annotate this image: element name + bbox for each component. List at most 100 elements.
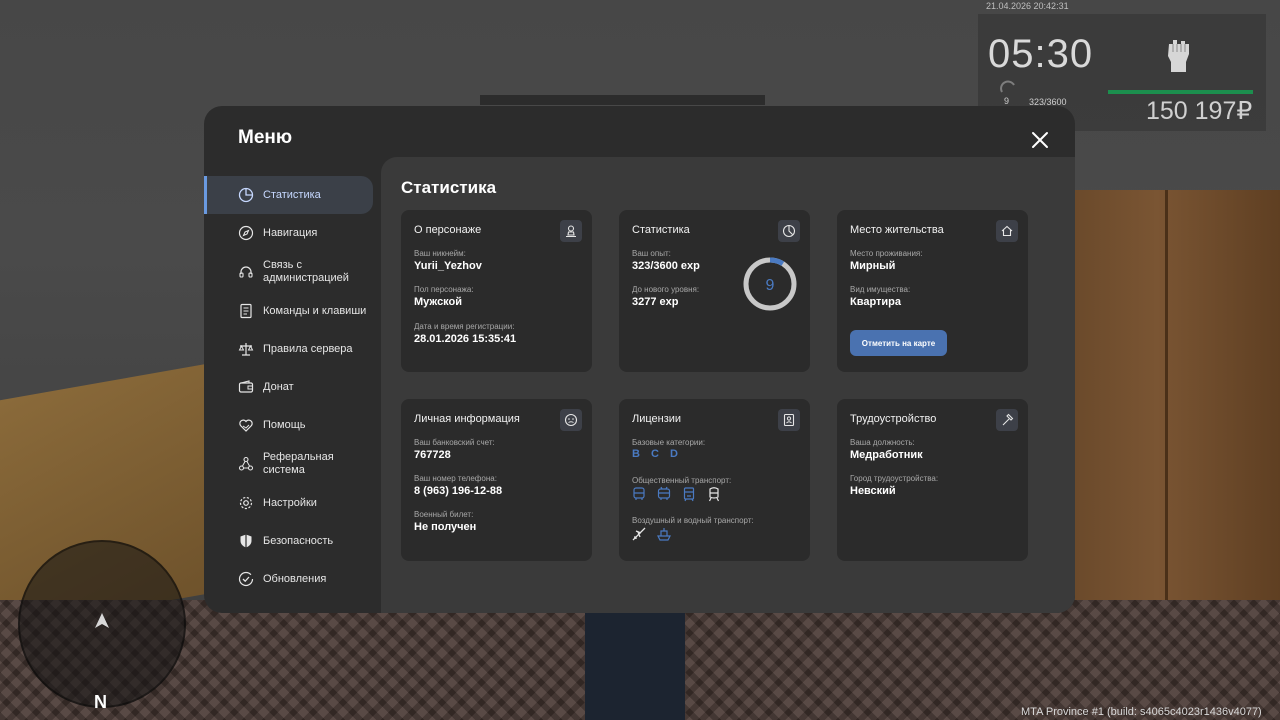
house-icon [1001,225,1013,237]
menu-modal: Меню Статистика Навигация Связь с админи… [204,106,1075,613]
card-title: Место жительства [850,224,944,236]
person-stamp-icon [566,225,576,238]
bus-icon [633,487,645,500]
card-title: Статистика [632,224,690,236]
air-water-transport-icons [631,526,672,542]
next-level-label: До нового уровня: [632,285,700,294]
sidebar-item-navigation[interactable]: Навигация [204,214,381,252]
air-water-transport-label: Воздушный и водный транспорт: [632,516,754,525]
hud-datetime: 21.04.2026 20:42:31 [986,1,1069,11]
level-number: 9 [766,277,775,294]
sidebar-item-label: Обновления [263,572,327,585]
doorframe [480,95,765,105]
residence-card-icon-box [996,220,1018,242]
work-city-value: Невский [850,485,896,497]
exp-value: 323/3600 exp [632,260,700,272]
card-title: Личная информация [414,413,520,425]
stamina-bar [1108,90,1253,94]
train-icon [708,487,720,502]
sidebar-item-settings[interactable]: Настройки [204,484,381,522]
wooden-cabinet [1075,190,1280,660]
level-ring-icon [1000,80,1015,93]
gear-icon [239,496,253,510]
trolleybus-icon [657,486,671,500]
sidebar-item-updates[interactable]: Обновления [204,560,381,598]
sidebar-item-label: Донат [263,380,294,393]
position-value: Медработник [850,449,923,461]
property-label: Вид имущества: [850,285,911,294]
sidebar-item-label: Помощь [263,418,306,431]
menu-title: Меню [238,127,293,148]
property-value: Квартира [850,296,902,308]
exp-label: Ваш опыт: [632,249,671,258]
sidebar-item-donate[interactable]: Донат [204,368,381,406]
pie-chart-icon [782,224,796,238]
compass-icon [238,225,254,241]
mark-on-map-button[interactable]: Отметить на карте [850,330,947,356]
sidebar-item-rules[interactable]: Правила сервера [204,330,381,368]
card-title: Лицензии [632,413,682,425]
boat-icon [657,528,671,541]
public-transport-label: Общественный транспорт: [632,476,732,485]
level-progress-ring: 9 [743,257,797,311]
licenses-card-icon-box [778,409,800,431]
registration-label: Дата и время регистрации: [414,322,515,331]
north-indicator: N [94,692,107,712]
license-category-b: B [632,448,640,460]
sidebar-item-statistics[interactable]: Статистика [204,176,373,214]
shield-icon [240,534,252,548]
character-card-icon-box [560,220,582,242]
face-icon [564,413,578,427]
license-category-d: D [670,448,678,460]
personal-info-card: Личная информация Ваш банковский счет: 7… [401,399,592,561]
sidebar-item-label: Реферальная система [263,451,334,476]
position-label: Ваша должность: [850,438,915,447]
airplane-icon [632,527,646,541]
hammer-icon [1002,413,1014,426]
stats-card-icon-box [778,220,800,242]
licenses-card: Лицензии Базовые категории: B C D Общест… [619,399,810,561]
phone-value: 8 (963) 196-12-88 [414,485,503,497]
sidebar-item-label: Правила сервера [263,342,353,355]
sidebar-item-label: Безопасность [263,534,334,547]
sidebar-item-label: Навигация [263,226,318,239]
registration-value: 28.01.2026 15:35:41 [414,333,517,345]
sidebar-item-referral[interactable]: Реферальная система [204,444,381,484]
bank-label: Ваш банковский счет: [414,438,495,447]
scales-icon [238,343,254,356]
headset-icon [239,266,253,278]
wallet-icon [238,380,254,393]
player-character [585,610,685,720]
employment-card-icon-box [996,409,1018,431]
gender-label: Пол персонажа: [414,285,474,294]
tram-icon [683,487,695,502]
hud-clock: 05:30 [988,32,1094,76]
pie-chart-icon [238,187,254,203]
close-icon[interactable] [1030,130,1050,150]
content-title: Статистика [401,178,497,197]
stats-card: Статистика Ваш опыт: 323/3600 exp До нов… [619,210,810,372]
character-card: О персонаже Ваш никнейм: Yurii_Yezhov По… [401,210,592,372]
license-categories: B C D [632,448,686,460]
sidebar-item-admin-contact[interactable]: Связь с администрацией [204,252,381,292]
menu-sidebar: Статистика Навигация Связь с администрац… [204,176,381,598]
license-category-c: C [651,448,659,460]
player-arrow-icon [95,613,109,628]
hud-money: 150 197₽ [1146,97,1253,125]
sidebar-item-help[interactable]: Помощь [204,406,381,444]
phone-label: Ваш номер телефона: [414,474,497,483]
sidebar-item-commands[interactable]: Команды и клавиши [204,292,381,330]
network-icon [238,456,254,471]
employment-card: Трудоустройство Ваша должность: Медработ… [837,399,1028,561]
public-transport-icons [631,486,722,502]
hud-level: 9 [1004,96,1010,106]
place-label: Место проживания: [850,249,923,258]
document-icon [240,303,252,319]
sidebar-item-security[interactable]: Безопасность [204,522,381,560]
check-circle-icon [238,571,254,587]
base-categories-label: Базовые категории: [632,438,706,447]
sidebar-item-label: Связь с администрацией [263,259,349,284]
bank-value: 767728 [414,449,451,461]
minimap[interactable]: N [18,540,186,712]
card-title: О персонаже [414,224,482,236]
